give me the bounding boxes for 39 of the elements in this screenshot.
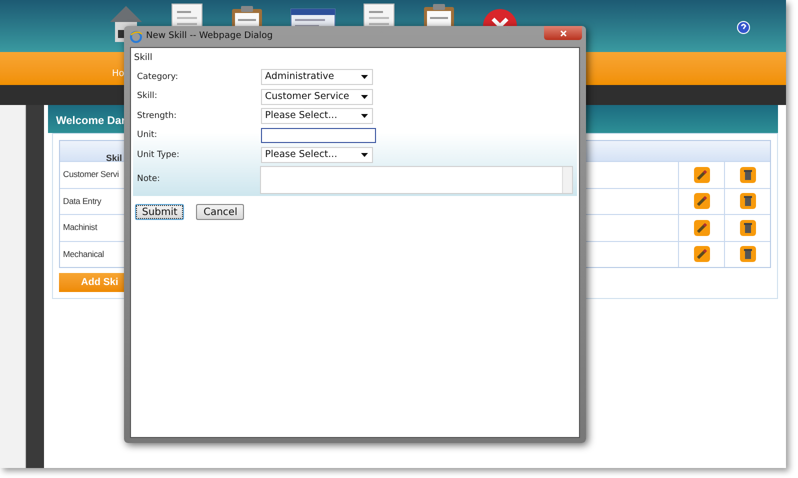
dialog-button[interactable]: Cancel bbox=[196, 204, 244, 220]
field-label: Category: bbox=[137, 70, 180, 84]
select-field[interactable]: Please Select... bbox=[261, 108, 373, 124]
field-label: Note: bbox=[137, 173, 161, 186]
trash-icon[interactable] bbox=[740, 220, 756, 236]
column-header: Skil bbox=[106, 153, 122, 163]
dialog-title: New Skill -- Webpage Dialog bbox=[146, 30, 273, 43]
help-icon[interactable] bbox=[737, 21, 750, 34]
field-label: Strength: bbox=[137, 110, 178, 123]
edit-icon[interactable] bbox=[694, 246, 710, 262]
close-button[interactable] bbox=[544, 26, 582, 40]
field-label: Unit: bbox=[137, 129, 158, 142]
text-field[interactable] bbox=[261, 128, 376, 144]
caret-icon bbox=[361, 94, 368, 99]
table-cell: Data Entry bbox=[63, 194, 102, 208]
edit-icon[interactable] bbox=[694, 220, 710, 236]
note-field[interactable] bbox=[260, 166, 573, 194]
select-field[interactable]: Customer Service bbox=[261, 88, 373, 105]
table-cell: Mechanical bbox=[63, 248, 104, 261]
trash-icon[interactable] bbox=[740, 193, 756, 210]
field-label: Unit Type: bbox=[137, 148, 180, 162]
scrollbar[interactable] bbox=[562, 166, 572, 192]
close-icon bbox=[560, 30, 566, 36]
welcome-title: Welcome Dar bbox=[56, 115, 126, 127]
table-cell: Machinist bbox=[63, 221, 98, 234]
caret-icon bbox=[361, 114, 368, 118]
caret-icon bbox=[361, 75, 368, 80]
form-heading: Skill bbox=[133, 52, 154, 65]
trash-icon[interactable] bbox=[740, 166, 756, 183]
browser-icon bbox=[130, 30, 142, 42]
field-label: Skill: bbox=[137, 90, 158, 104]
edit-icon[interactable] bbox=[694, 193, 710, 210]
table-cell: Customer Servi bbox=[63, 168, 119, 182]
select-field[interactable]: Please Select... bbox=[261, 147, 373, 164]
select-field[interactable]: Administrative bbox=[261, 69, 373, 86]
edit-icon[interactable] bbox=[694, 166, 710, 183]
caret-icon bbox=[361, 153, 368, 158]
trash-icon[interactable] bbox=[740, 246, 756, 262]
dialog-button[interactable]: Submit bbox=[135, 204, 184, 220]
